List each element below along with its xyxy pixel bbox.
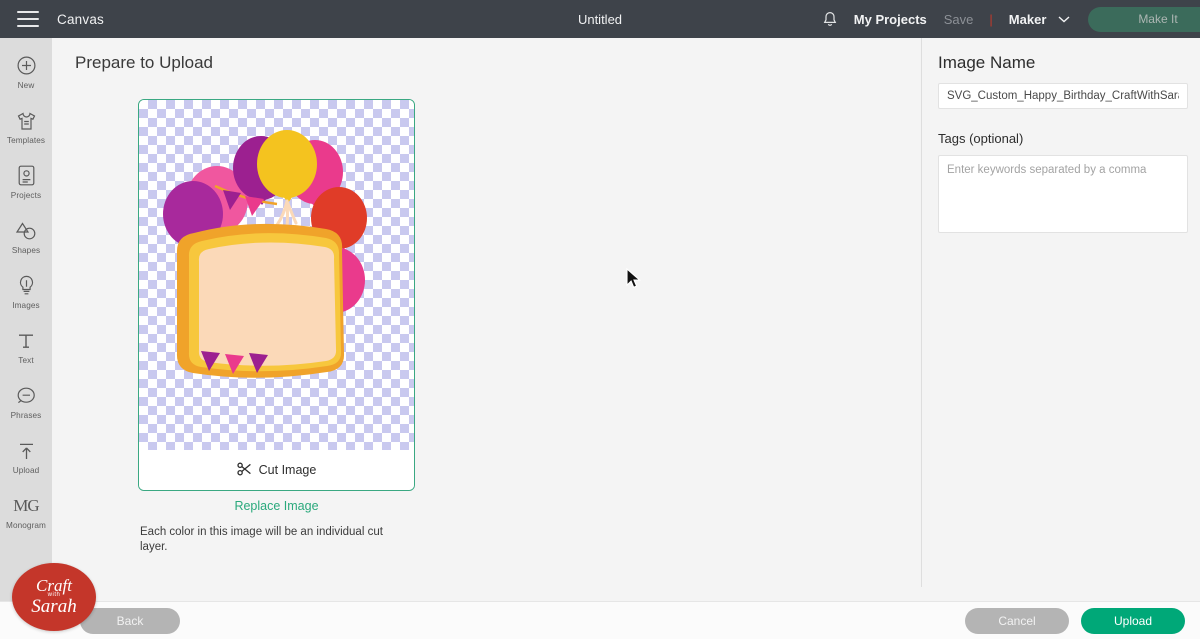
sidebar-label-new: New (18, 81, 35, 90)
image-name-heading: Image Name (938, 53, 1035, 73)
sidebar-item-images[interactable]: Images (0, 264, 52, 319)
left-sidebar: New Templates Projects (0, 38, 52, 639)
save-button[interactable]: Save (944, 12, 974, 27)
sidebar-label-projects: Projects (11, 191, 41, 200)
cut-layer-helper-text: Each color in this image will be an indi… (140, 525, 402, 555)
machine-label: Maker (1009, 12, 1047, 27)
image-preview-card: Cut Image (138, 99, 415, 491)
sidebar-item-shapes[interactable]: Shapes (0, 209, 52, 264)
sidebar-item-monogram[interactable]: MG Monogram (0, 484, 52, 539)
sidebar-item-templates[interactable]: Templates (0, 99, 52, 154)
uploaded-image-artwork (139, 100, 415, 452)
cancel-button[interactable]: Cancel (965, 608, 1069, 634)
tags-label: Tags (optional) (938, 131, 1023, 146)
cut-image-label: Cut Image (259, 463, 317, 477)
image-name-input[interactable] (938, 83, 1188, 109)
bell-icon[interactable] (816, 0, 844, 38)
bottom-action-bar: Back Cancel Upload (0, 601, 1200, 639)
toolbar-separator: | (989, 12, 992, 27)
plus-circle-icon (16, 54, 37, 78)
upload-button[interactable]: Upload (1081, 608, 1185, 634)
sidebar-label-images: Images (12, 301, 39, 310)
make-it-button[interactable]: Make It (1088, 7, 1200, 32)
main-content: Prepare to Upload (52, 38, 921, 601)
cut-image-button[interactable]: Cut Image (139, 450, 414, 490)
hamburger-icon[interactable] (17, 11, 39, 27)
speech-bubble-icon (16, 384, 37, 408)
replace-image-link[interactable]: Replace Image (138, 499, 415, 513)
chevron-down-icon (1058, 11, 1070, 26)
monogram-icon: MG (13, 494, 38, 518)
sidebar-item-new[interactable]: New (0, 44, 52, 99)
shapes-icon (15, 219, 37, 243)
tshirt-icon (16, 109, 37, 133)
my-projects-link[interactable]: My Projects (854, 12, 927, 27)
sidebar-item-phrases[interactable]: Phrases (0, 374, 52, 429)
app-root: Canvas Untitled My Projects Save | Maker (0, 0, 1200, 639)
sidebar-label-shapes: Shapes (12, 246, 40, 255)
sidebar-item-projects[interactable]: Projects (0, 154, 52, 209)
lightbulb-icon (18, 274, 35, 298)
top-bar: Canvas Untitled My Projects Save | Maker (0, 0, 1200, 38)
sidebar-item-upload[interactable]: Upload (0, 429, 52, 484)
project-card-icon (18, 164, 35, 188)
back-button[interactable]: Back (80, 608, 180, 634)
sidebar-label-text: Text (18, 356, 33, 365)
page-title: Prepare to Upload (75, 53, 213, 73)
watermark-line-3: Sarah (31, 598, 76, 616)
tags-input[interactable] (938, 155, 1188, 233)
text-t-icon (16, 329, 36, 353)
sidebar-label-monogram: Monogram (6, 521, 46, 530)
sidebar-label-upload: Upload (13, 466, 40, 475)
scissors-icon (237, 462, 252, 479)
machine-selector[interactable]: Maker (1009, 11, 1070, 27)
sidebar-item-text[interactable]: Text (0, 319, 52, 374)
canvas-label[interactable]: Canvas (57, 12, 104, 27)
image-details-panel: Image Name Tags (optional) (922, 38, 1200, 601)
craft-with-sarah-watermark: Craft with Sarah (12, 563, 96, 631)
sidebar-label-templates: Templates (7, 136, 45, 145)
top-bar-right: My Projects Save | Maker Make It (816, 0, 1200, 38)
upload-arrow-icon (17, 439, 36, 463)
sidebar-label-phrases: Phrases (11, 411, 42, 420)
